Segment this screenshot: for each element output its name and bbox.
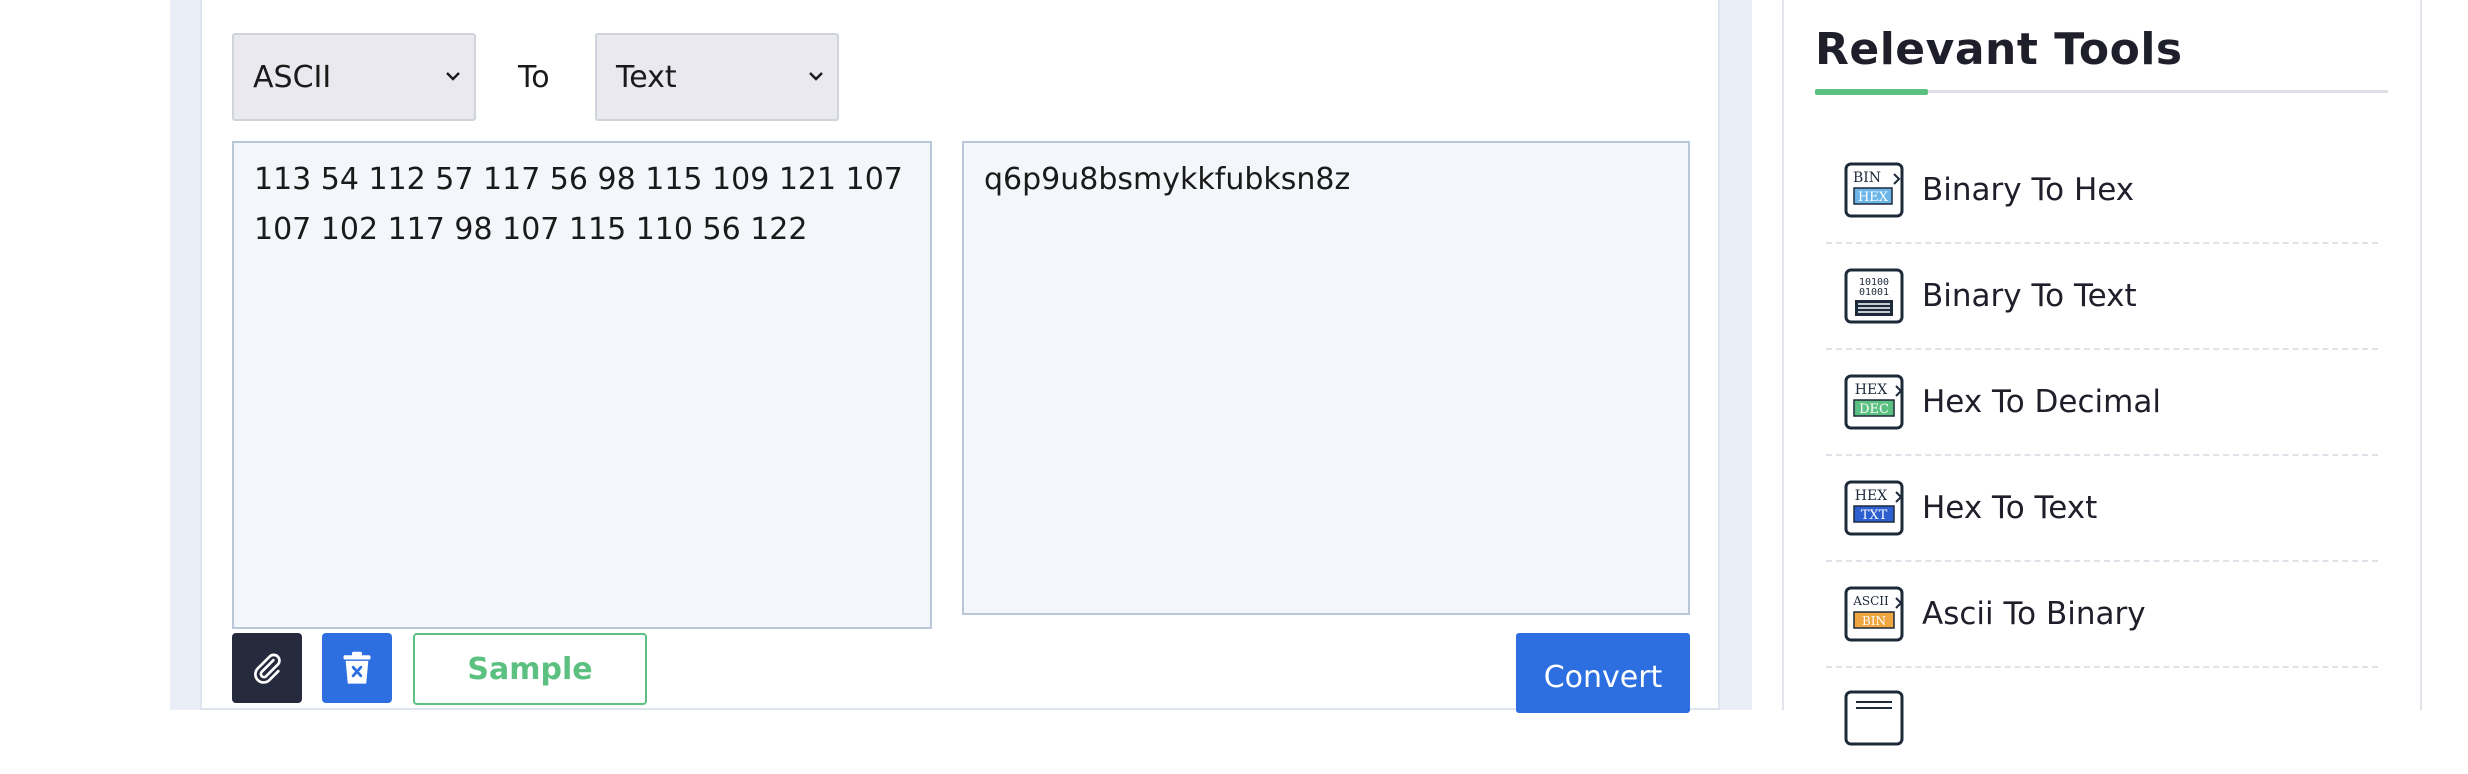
trash-icon xyxy=(343,651,371,684)
tool-item-binary-to-hex[interactable]: BIN HEX Binary To Hex xyxy=(1826,138,2378,244)
text-document-icon xyxy=(1844,690,1904,746)
tool-label: Binary To Text xyxy=(1922,278,2137,314)
from-format-select[interactable]: ASCII xyxy=(232,33,476,121)
clear-input-button[interactable] xyxy=(322,633,392,703)
paperclip-icon xyxy=(254,653,281,684)
svg-text:BIN: BIN xyxy=(1853,170,1881,186)
input-textarea[interactable]: 113 54 112 57 117 56 98 115 109 121 107 … xyxy=(232,141,932,629)
hex-to-decimal-icon: HEX DEC xyxy=(1844,374,1904,430)
to-format-select[interactable]: Text xyxy=(595,33,839,121)
title-accent-bar xyxy=(1815,89,1928,95)
tool-label: Ascii To Binary xyxy=(1922,596,2146,632)
tool-item-partial[interactable] xyxy=(1826,668,2378,774)
chevron-down-icon xyxy=(809,72,823,81)
sidebar-title: Relevant Tools xyxy=(1815,24,2183,75)
tool-item-hex-to-decimal[interactable]: HEX DEC Hex To Decimal xyxy=(1826,350,2378,456)
attach-file-button[interactable] xyxy=(232,633,302,703)
tool-label: Binary To Hex xyxy=(1922,172,2135,208)
svg-text:TXT: TXT xyxy=(1861,508,1888,523)
binary-to-hex-icon: BIN HEX xyxy=(1844,162,1904,218)
svg-text:ASCII: ASCII xyxy=(1852,594,1889,608)
output-textarea[interactable]: q6p9u8bsmykkfubksn8z xyxy=(962,141,1690,615)
sample-button[interactable]: Sample xyxy=(413,633,647,705)
svg-text:HEX: HEX xyxy=(1855,382,1887,398)
tool-item-ascii-to-binary[interactable]: ASCII BIN Ascii To Binary xyxy=(1826,562,2378,668)
svg-text:01001: 01001 xyxy=(1859,287,1889,298)
tool-item-hex-to-text[interactable]: HEX TXT Hex To Text xyxy=(1826,456,2378,562)
hex-to-text-icon: HEX TXT xyxy=(1844,480,1904,536)
from-format-value: ASCII xyxy=(253,59,332,95)
convert-button[interactable]: Convert xyxy=(1516,633,1690,713)
tool-label: Hex To Decimal xyxy=(1922,384,2161,420)
ascii-to-binary-icon: ASCII BIN xyxy=(1844,586,1904,642)
chevron-down-icon xyxy=(446,72,460,81)
to-format-value: Text xyxy=(616,59,677,95)
svg-text:BIN: BIN xyxy=(1862,614,1886,628)
svg-text:DEC: DEC xyxy=(1859,402,1889,417)
to-label: To xyxy=(518,60,550,95)
tool-item-binary-to-text[interactable]: 10100 01001 Binary To Text xyxy=(1826,244,2378,350)
tool-label: Hex To Text xyxy=(1922,490,2098,526)
binary-to-text-icon: 10100 01001 xyxy=(1844,268,1904,324)
svg-text:HEX: HEX xyxy=(1855,488,1887,504)
svg-text:HEX: HEX xyxy=(1858,190,1889,205)
